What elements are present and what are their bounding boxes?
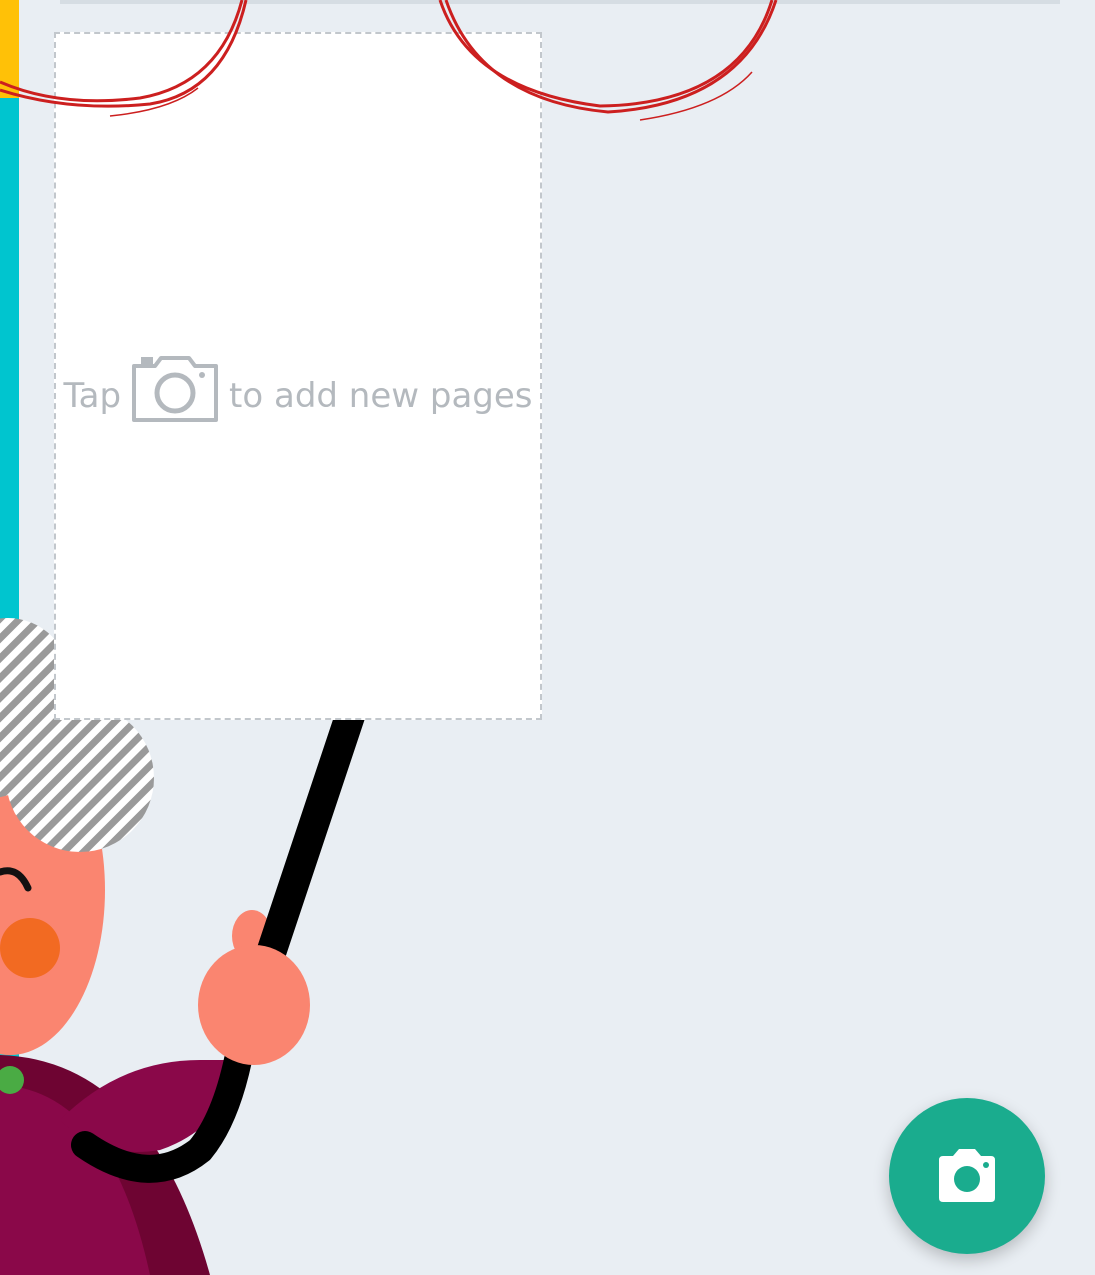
- camera-icon: [132, 356, 219, 422]
- hint-prefix: Tap: [63, 376, 122, 416]
- hint-suffix: to add new pages: [229, 376, 533, 416]
- add-page-hint: Tap to add new pages: [63, 356, 533, 422]
- left-color-strip: [0, 0, 19, 1275]
- camera-icon: [939, 1149, 995, 1202]
- add-page-placeholder[interactable]: Tap to add new pages: [54, 32, 542, 720]
- teacher-body: [0, 1055, 250, 1275]
- top-divider: [60, 0, 1060, 4]
- left-color-strip-yellow: [0, 0, 19, 98]
- camera-fab-button[interactable]: [889, 1098, 1045, 1254]
